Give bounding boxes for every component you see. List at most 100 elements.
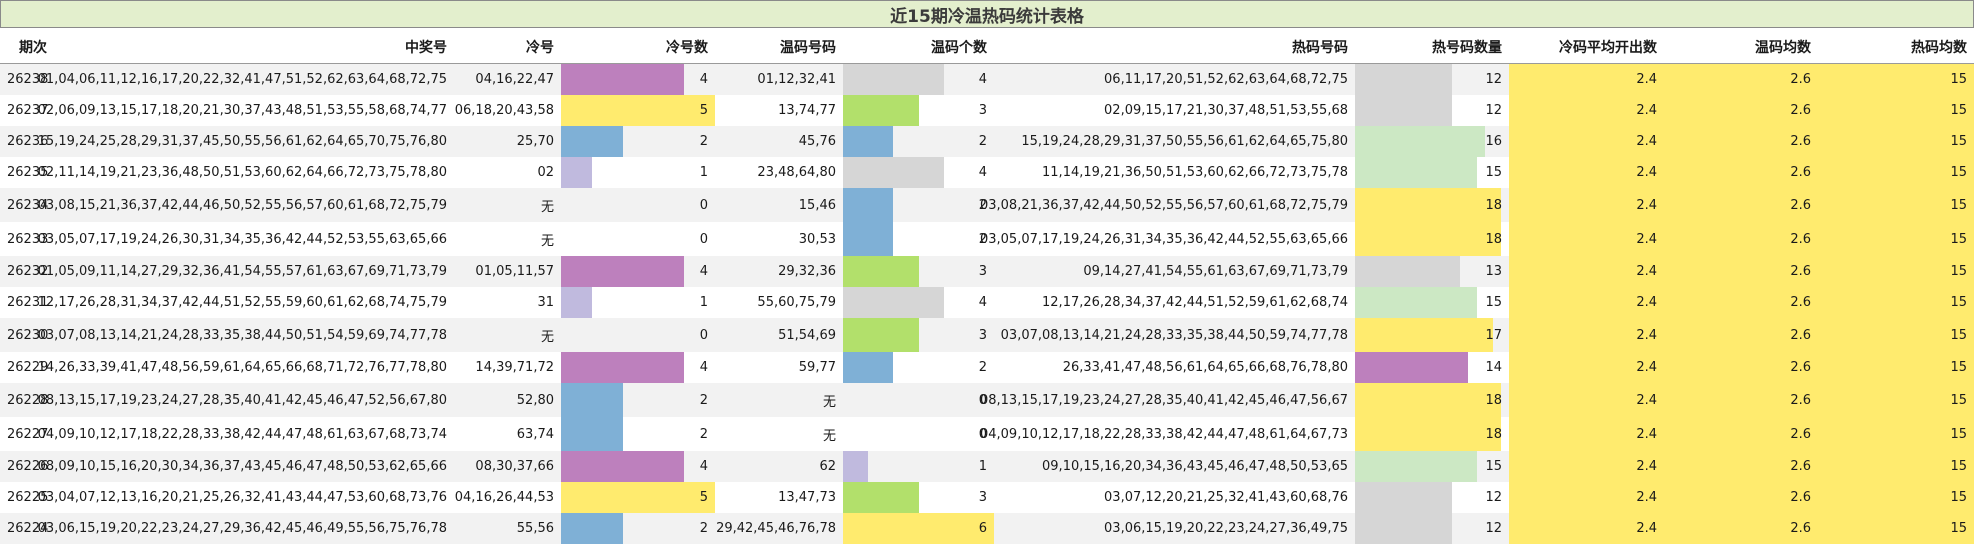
hot-count-cell: 12 [1485, 103, 1502, 118]
hot-average-cell: 15 [1950, 327, 1967, 343]
warm-numbers-cell: 29,32,36 [778, 264, 836, 279]
cold-numbers-cell: 04,16,26,44,53 [454, 490, 554, 505]
winning-numbers-cell: 03,04,07,12,13,16,20,21,25,26,32,41,43,4… [37, 490, 447, 505]
warm-count-cell: 0 [978, 392, 987, 408]
cold-count-cell: 5 [699, 103, 708, 118]
cold-average-cell: 2.4 [1636, 72, 1657, 87]
hot-count-cell: 18 [1485, 426, 1502, 442]
hot-count-cell: 16 [1485, 134, 1502, 149]
warm-numbers-cell: 59,77 [798, 360, 836, 375]
warm-average-cell: 2.6 [1790, 360, 1811, 375]
warm-numbers-cell: 无 [822, 394, 836, 410]
table-row: 26238 01,04,06,11,12,16,17,20,22,32,41,47… [0, 64, 1974, 95]
cold-numbers-cell: 63,74 [516, 426, 554, 442]
hot-count-cell: 17 [1485, 327, 1502, 343]
warm-count-cell: 2 [978, 197, 987, 213]
cold-average-cell: 2.4 [1636, 490, 1657, 505]
cold-numbers-cell: 31 [537, 295, 554, 310]
warm-count-cell: 3 [978, 490, 987, 505]
table-row: 26235 02,11,14,19,21,23,36,48,50,51,53,60… [0, 157, 1974, 188]
cold-count-cell: 4 [699, 264, 708, 279]
winning-numbers-cell: 14,26,33,39,41,47,48,56,59,61,64,65,66,6… [37, 360, 447, 375]
cold-numbers-cell: 52,80 [516, 392, 554, 408]
cold-average-cell: 2.4 [1636, 360, 1657, 375]
hot-numbers-cell: 04,09,10,12,17,18,22,28,33,38,42,44,47,4… [979, 426, 1348, 442]
warm-average-cell: 2.6 [1790, 392, 1811, 408]
table-row: 26225 03,04,07,12,13,16,20,21,25,26,32,41… [0, 482, 1974, 513]
hot-count-cell: 18 [1485, 231, 1502, 247]
warm-average-cell: 2.6 [1790, 459, 1811, 474]
warm-average-cell: 2.6 [1790, 231, 1811, 247]
table-row: 26231 12,17,26,28,31,34,37,42,44,51,52,55… [0, 287, 1974, 318]
winning-numbers-cell: 03,08,15,21,36,37,42,44,46,50,52,55,56,5… [37, 197, 447, 213]
hot-count-cell: 12 [1485, 490, 1502, 505]
header-warm-average: 温码均数 [1755, 40, 1811, 56]
cold-count-cell: 2 [699, 426, 708, 442]
warm-numbers-cell: 01,12,32,41 [757, 72, 836, 87]
warm-numbers-cell: 13,74,77 [778, 103, 836, 118]
cold-count-cell: 4 [699, 459, 708, 474]
hot-average-cell: 15 [1950, 165, 1967, 180]
warm-numbers-cell: 23,48,64,80 [757, 165, 836, 180]
cold-average-cell: 2.4 [1636, 134, 1657, 149]
warm-numbers-cell: 51,54,69 [778, 327, 836, 343]
hot-numbers-cell: 03,05,07,17,19,24,26,31,34,35,36,42,44,5… [979, 231, 1348, 247]
warm-average-cell: 2.6 [1790, 490, 1811, 505]
hot-average-cell: 15 [1950, 521, 1967, 536]
winning-numbers-cell: 01,04,06,11,12,16,17,20,22,32,41,47,51,5… [37, 72, 447, 87]
table-row: 26227 04,09,10,12,17,18,22,28,33,38,42,44… [0, 417, 1974, 451]
header-hot-average: 热码均数 [1911, 40, 1967, 56]
cold-average-cell: 2.4 [1636, 426, 1657, 442]
cold-average-cell: 2.4 [1636, 521, 1657, 536]
warm-average-cell: 2.6 [1790, 327, 1811, 343]
hot-numbers-cell: 11,14,19,21,36,50,51,53,60,62,66,72,73,7… [1042, 165, 1348, 180]
warm-numbers-cell: 15,46 [798, 197, 836, 213]
cold-numbers-cell: 无 [540, 329, 554, 345]
header-winning-numbers: 中奖号 [405, 40, 447, 56]
hot-numbers-cell: 02,09,15,17,21,30,37,48,51,53,55,68 [1104, 103, 1348, 118]
hot-average-cell: 15 [1950, 72, 1967, 87]
table-row: 26230 03,07,08,13,14,21,24,28,33,35,38,44… [0, 318, 1974, 352]
cold-average-cell: 2.4 [1636, 165, 1657, 180]
hot-average-cell: 15 [1950, 295, 1967, 310]
hot-count-cell: 18 [1485, 197, 1502, 213]
header-cold-average: 冷码平均开出数 [1559, 40, 1657, 56]
warm-numbers-cell: 29,42,45,46,76,78 [716, 521, 836, 536]
hot-numbers-cell: 26,33,41,47,48,56,61,64,65,66,68,76,78,8… [1062, 360, 1348, 375]
table-row: 26224 03,06,15,19,20,22,23,24,27,29,36,42… [0, 513, 1974, 544]
table-row: 26232 01,05,09,11,14,27,29,32,36,41,54,55… [0, 256, 1974, 287]
header-warm-numbers: 温码号码 [780, 40, 836, 56]
winning-numbers-cell: 03,07,08,13,14,21,24,28,33,35,38,44,50,5… [37, 327, 447, 343]
winning-numbers-cell: 04,09,10,12,17,18,22,28,33,38,42,44,47,4… [37, 426, 447, 442]
cold-average-cell: 2.4 [1636, 459, 1657, 474]
warm-count-cell: 1 [978, 459, 987, 474]
hot-count-cell: 15 [1485, 295, 1502, 310]
table-row: 26228 08,13,15,17,19,23,24,27,28,35,40,41… [0, 383, 1974, 417]
warm-average-cell: 2.6 [1790, 197, 1811, 213]
warm-numbers-cell: 13,47,73 [778, 490, 836, 505]
warm-count-cell: 2 [978, 134, 987, 149]
hot-count-cell: 12 [1485, 521, 1502, 536]
hot-count-cell: 18 [1485, 392, 1502, 408]
warm-average-cell: 2.6 [1790, 103, 1811, 118]
cold-numbers-cell: 无 [540, 233, 554, 249]
header-cold-count: 冷号数 [666, 40, 708, 56]
hot-count-cell: 12 [1485, 72, 1502, 87]
warm-numbers-cell: 62 [819, 459, 836, 474]
header-warm-count: 温码个数 [931, 40, 987, 56]
hot-numbers-cell: 09,14,27,41,54,55,61,63,67,69,71,73,79 [1083, 264, 1348, 279]
hot-numbers-cell: 03,06,15,19,20,22,23,24,27,36,49,75 [1104, 521, 1348, 536]
hot-count-cell: 15 [1485, 165, 1502, 180]
cold-count-cell: 1 [699, 165, 708, 180]
hot-numbers-cell: 08,13,15,17,19,23,24,27,28,35,40,41,42,4… [979, 392, 1348, 408]
winning-numbers-cell: 03,06,15,19,20,22,23,24,27,29,36,42,45,4… [37, 521, 447, 536]
warm-count-cell: 2 [978, 231, 987, 247]
cold-numbers-cell: 08,30,37,66 [475, 459, 554, 474]
hot-numbers-cell: 09,10,15,16,20,34,36,43,45,46,47,48,50,5… [1042, 459, 1348, 474]
table-row: 26233 03,05,07,17,19,24,26,30,31,34,35,36… [0, 222, 1974, 256]
warm-numbers-cell: 30,53 [798, 231, 836, 247]
hot-numbers-cell: 15,19,24,28,29,31,37,50,55,56,61,62,64,6… [1021, 134, 1348, 149]
cold-numbers-cell: 02 [537, 165, 554, 180]
hot-numbers-cell: 03,08,21,36,37,42,44,50,52,55,56,57,60,6… [979, 197, 1348, 213]
hot-numbers-cell: 03,07,08,13,14,21,24,28,33,35,38,44,50,5… [1000, 327, 1348, 343]
